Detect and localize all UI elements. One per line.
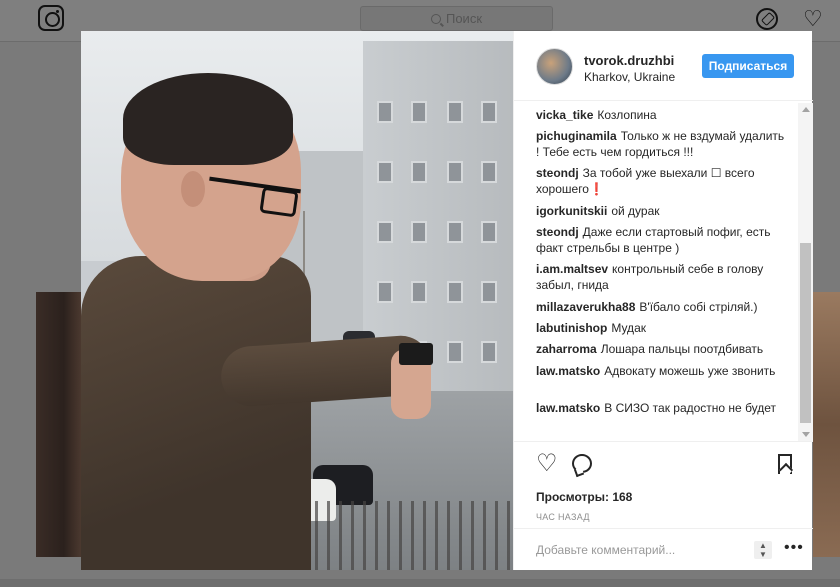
scene-person-hair <box>123 73 293 165</box>
list-item: millazaverukha88 В'їбало собі стріляй.) <box>536 299 786 315</box>
comment-username[interactable]: labutinishop <box>536 321 607 335</box>
list-item: zaharroma Лошара пальцы поотдбивать <box>536 341 786 357</box>
views-count[interactable]: Просмотры: 168 <box>536 490 632 504</box>
list-item: pichuginamila Только ж не вздумай удалить… <box>536 128 786 160</box>
post-modal: tvorok.druzhbi Kharkov, Ukraine Подписат… <box>81 31 813 570</box>
background-post-image <box>36 292 82 557</box>
comment-username[interactable]: vicka_tike <box>536 108 593 122</box>
scroll-up-arrow-icon[interactable] <box>802 107 810 112</box>
list-item: steondj За тобой уже выехали ☐ всего хоро… <box>536 165 786 197</box>
comment-username[interactable]: millazaverukha88 <box>536 300 635 314</box>
comment-text: Козлопина <box>597 108 657 122</box>
search-input[interactable]: Поиск <box>360 6 553 31</box>
post-timestamp[interactable]: ЧАС НАЗАД <box>536 512 590 522</box>
search-icon <box>430 13 441 24</box>
scene-pistol <box>399 343 433 365</box>
avatar[interactable] <box>536 48 573 85</box>
list-item: labutinishop Мудак <box>536 320 786 336</box>
instagram-logo-icon[interactable] <box>38 5 64 31</box>
like-heart-icon[interactable]: ♡ <box>536 452 558 476</box>
scene-glasses-lens <box>259 186 299 218</box>
more-options-icon[interactable]: ••• <box>784 539 804 557</box>
comment-text: Мудак <box>611 321 646 335</box>
scene-person-ear <box>181 171 205 207</box>
page-footer-strip <box>0 579 840 587</box>
comments-scrollbar[interactable] <box>798 103 813 441</box>
comment-text: Адвокату можешь уже звонить <box>604 364 776 378</box>
scene-person-jacket <box>81 256 311 570</box>
list-item: law.matsko В СИЗО так радостно не будет <box>536 400 786 416</box>
comment-text: В СИЗО так радостно не будет <box>604 401 777 415</box>
post-header: tvorok.druzhbi Kharkov, Ukraine Подписат… <box>514 31 813 101</box>
post-location[interactable]: Kharkov, Ukraine <box>584 70 675 84</box>
background-post-image <box>813 292 840 557</box>
comment-username[interactable]: zaharroma <box>536 342 597 356</box>
comment-username[interactable]: steondj <box>536 225 579 239</box>
scene-railing <box>291 501 513 570</box>
list-item: vicka_tike Козлопина <box>536 107 786 123</box>
comments-list: vicka_tike Козлопина pichuginamila Только … <box>514 101 813 441</box>
comment-username[interactable]: steondj <box>536 166 579 180</box>
list-item: i.am.maltsev контрольный себе в голову за… <box>536 261 786 293</box>
input-stepper-icon[interactable]: ▲ ▼ <box>754 541 772 559</box>
add-comment-bar: ▲▼ ••• <box>514 528 813 570</box>
comment-text: В'їбало собі стріляй.) <box>639 300 758 314</box>
scrollbar-thumb[interactable] <box>800 243 811 423</box>
list-item: igorkunitskii ой дурак <box>536 203 786 219</box>
comment-username[interactable]: pichuginamila <box>536 129 617 143</box>
comment-text: ой дурак <box>611 204 660 218</box>
comment-text: Лошара пальцы поотдбивать <box>600 342 764 356</box>
comment-username[interactable]: igorkunitskii <box>536 204 607 218</box>
bookmark-icon[interactable] <box>778 454 792 474</box>
heart-icon[interactable]: ♡ <box>803 8 823 30</box>
comment-bubble-icon[interactable] <box>572 454 592 473</box>
post-side-panel: tvorok.druzhbi Kharkov, Ukraine Подписат… <box>513 31 813 570</box>
scene-tree <box>303 211 373 331</box>
comment-username[interactable]: i.am.maltsev <box>536 262 608 276</box>
add-comment-input[interactable] <box>536 538 736 562</box>
comment-username[interactable]: law.matsko <box>536 401 600 415</box>
post-username[interactable]: tvorok.druzhbi <box>584 53 674 68</box>
scroll-down-arrow-icon[interactable] <box>802 432 810 437</box>
follow-button[interactable]: Подписаться <box>702 54 794 78</box>
post-actions: ♡ Просмотры: 168 ЧАС НАЗАД <box>514 441 813 536</box>
list-item: law.matsko Адвокату можешь уже звонить <box>536 363 786 379</box>
comment-username[interactable]: law.matsko <box>536 364 600 378</box>
compass-icon[interactable] <box>756 8 778 30</box>
search-placeholder: Поиск <box>445 11 483 26</box>
post-video[interactable] <box>81 31 513 570</box>
list-item: steondj Даже если стартовый пофиг, есть ф… <box>536 224 786 256</box>
